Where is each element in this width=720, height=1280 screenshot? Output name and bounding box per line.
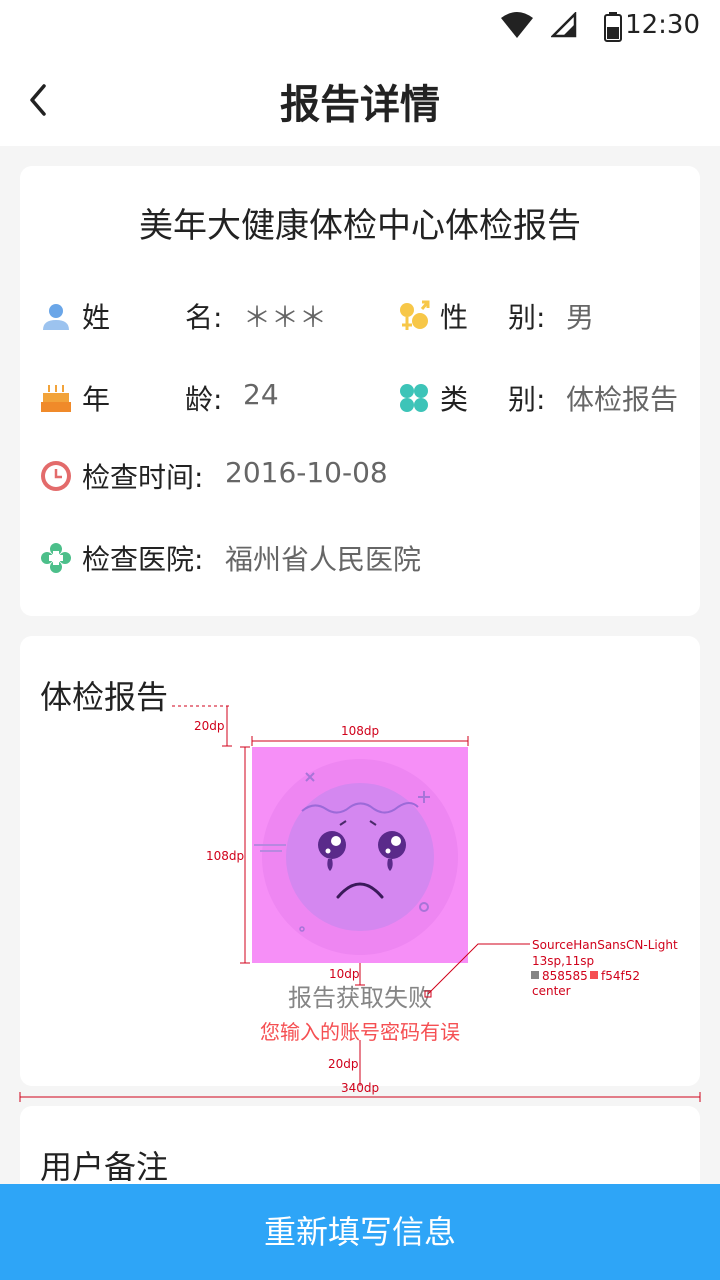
annot-width: 108dp: [341, 724, 380, 738]
report-card: 体检报告 报告获取失败 您输入的账号密码有误: [20, 636, 700, 1086]
annot-color-note-1: 858585: [542, 969, 588, 983]
gender-label-b: 别:: [508, 301, 546, 334]
category-label-b: 别:: [508, 383, 546, 416]
gender-icon: [400, 300, 430, 330]
status-time: 12:30: [625, 10, 700, 40]
hospital-cross-icon: [41, 543, 71, 573]
age-row: 年 龄: 24: [40, 378, 360, 418]
person-icon: [43, 304, 69, 330]
exam-time-label: 检查时间:: [82, 461, 204, 494]
exam-time-value: 2016-10-08: [225, 456, 388, 489]
page-title: 报告详情: [280, 82, 440, 128]
name-row: 姓 名: ＊＊＊: [40, 296, 360, 336]
hospital-label: 检查医院:: [82, 543, 204, 576]
hospital-value: 福州省人民医院: [225, 543, 422, 576]
name-label-a: 姓: [82, 301, 111, 334]
category-value: 体检报告: [566, 383, 679, 416]
report-title: 美年大健康体检中心体检报告: [139, 206, 581, 246]
annot-gap-mid: 10dp: [329, 967, 360, 981]
report-fail-sub-message: 您输入的账号密码有误: [260, 1020, 460, 1044]
clock-icon: [41, 461, 71, 491]
category-label-a: 类: [440, 383, 469, 416]
age-label-a: 年: [82, 383, 111, 416]
annot-gap-top: 20dp: [194, 719, 225, 733]
category-icon: [400, 384, 428, 412]
report-section-title: 体检报告: [40, 678, 169, 716]
gender-row: 性 别: 男: [398, 296, 698, 336]
signal-icon: [551, 12, 577, 38]
name-value: ＊＊＊: [243, 301, 328, 334]
wifi-icon: [501, 12, 533, 38]
exam-time-row: 检查时间: 2016-10-08: [40, 456, 680, 496]
report-info-card: 美年大健康体检中心体检报告 姓 名: ＊＊＊ 性 别: 男 年 龄: 24 类 …: [20, 166, 700, 616]
annot-color-note-2: f54f52: [601, 969, 640, 983]
sad-face-illustration: [252, 747, 468, 963]
gender-label-a: 性: [440, 301, 469, 334]
gender-value: 男: [566, 301, 595, 334]
annot-font-note-2: 13sp,11sp: [532, 954, 595, 968]
annot-card-width: 340dp: [341, 1081, 380, 1095]
nav-bar: 报告详情: [0, 52, 720, 146]
annot-font-note-1: SourceHanSansCN-Light: [532, 938, 678, 952]
refill-info-button[interactable]: 重新填写信息: [0, 1184, 720, 1280]
battery-icon: [604, 12, 622, 42]
status-bar: 12:30: [0, 0, 720, 52]
cake-icon: [41, 385, 71, 412]
report-fail-message: 报告获取失败: [288, 984, 432, 1012]
sad-face-icon: [254, 759, 458, 955]
category-row: 类 别: 体检报告: [398, 378, 698, 418]
hospital-row: 检查医院: 福州省人民医院: [40, 538, 680, 578]
name-label-b: 名:: [185, 301, 223, 334]
annot-gap-bottom: 20dp: [328, 1057, 359, 1071]
notes-section-title: 用户备注: [40, 1148, 169, 1186]
annot-align-note: center: [532, 984, 571, 998]
age-value: 24: [243, 378, 279, 411]
age-label-b: 龄:: [185, 383, 223, 416]
annot-height: 108dp: [206, 849, 245, 863]
